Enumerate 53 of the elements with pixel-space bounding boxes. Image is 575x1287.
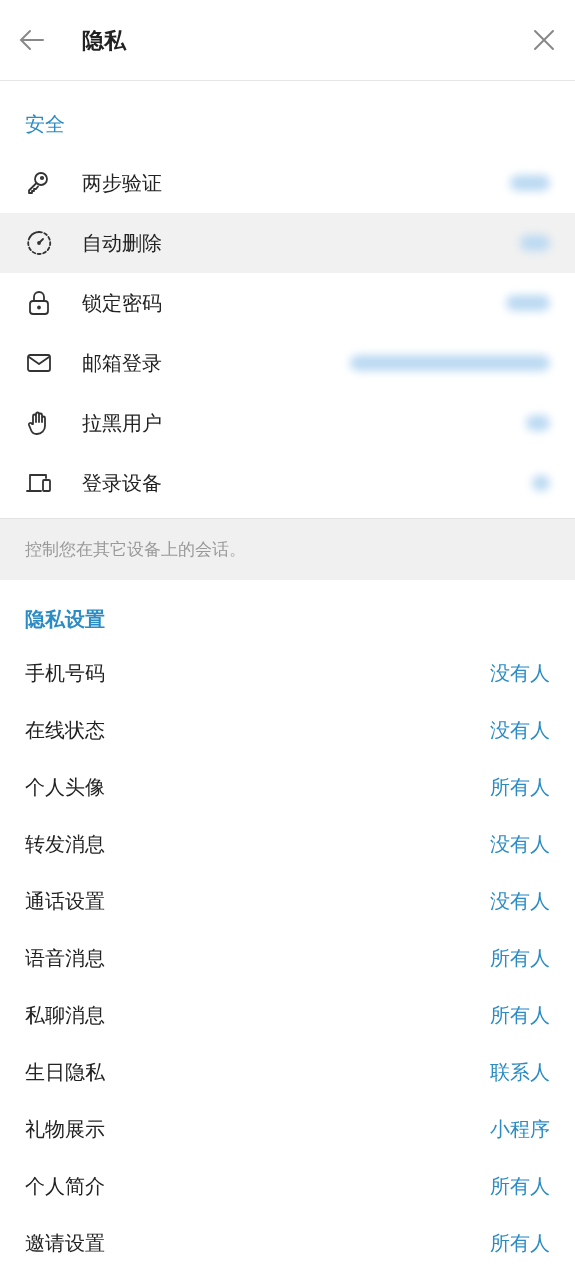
row-value: 所有人 xyxy=(490,1002,550,1028)
row-label: 转发消息 xyxy=(25,831,105,857)
privacy-row[interactable]: 通话设置 没有人 xyxy=(0,872,575,929)
privacy-row[interactable]: 生日隐私 联系人 xyxy=(0,1043,575,1100)
footer-note: 控制您在其它设备上的会话。 xyxy=(25,538,246,561)
section-title: 隐私设置 xyxy=(25,607,105,632)
privacy-row[interactable]: 私聊消息 所有人 xyxy=(0,986,575,1043)
timer-icon xyxy=(25,229,53,257)
row-label: 礼物展示 xyxy=(25,1116,105,1142)
section-title: 安全 xyxy=(25,112,65,137)
back-arrow-icon xyxy=(19,29,45,51)
row-label: 语音消息 xyxy=(25,945,105,971)
row-label: 锁定密码 xyxy=(82,291,162,316)
row-label: 私聊消息 xyxy=(25,1002,105,1028)
blurred-value xyxy=(506,295,550,311)
blurred-value xyxy=(526,415,550,431)
row-label: 拉黑用户 xyxy=(82,411,162,436)
row-label: 在线状态 xyxy=(25,717,105,743)
row-value: 小程序 xyxy=(490,1116,550,1142)
privacy-row[interactable]: 在线状态 没有人 xyxy=(0,701,575,758)
row-value: 所有人 xyxy=(490,774,550,800)
row-value: 没有人 xyxy=(490,831,550,857)
row-label: 手机号码 xyxy=(25,660,105,686)
blurred-value xyxy=(520,235,550,251)
privacy-row[interactable]: 转发消息 没有人 xyxy=(0,815,575,872)
row-label: 登录设备 xyxy=(82,471,162,496)
row-value: 联系人 xyxy=(490,1059,550,1085)
row-label: 邀请设置 xyxy=(25,1230,105,1256)
privacy-row[interactable]: 手机号码 没有人 xyxy=(0,644,575,701)
row-value: 所有人 xyxy=(490,1173,550,1199)
row-value: 没有人 xyxy=(490,660,550,686)
row-label: 通话设置 xyxy=(25,888,105,914)
row-label: 自动删除 xyxy=(82,231,162,256)
privacy-row[interactable]: 邀请设置 所有人 xyxy=(0,1214,575,1271)
row-label: 两步验证 xyxy=(82,171,162,196)
settings-row[interactable]: 自动删除 xyxy=(0,213,575,273)
row-label: 个人简介 xyxy=(25,1173,105,1199)
blurred-value xyxy=(510,175,550,191)
row-label: 生日隐私 xyxy=(25,1059,105,1085)
close-icon xyxy=(533,29,555,51)
privacy-row[interactable]: 礼物展示 小程序 xyxy=(0,1100,575,1157)
blurred-value xyxy=(532,475,550,491)
page-title: 隐私 xyxy=(82,26,126,55)
row-value: 没有人 xyxy=(490,717,550,743)
privacy-row[interactable]: 个人头像 所有人 xyxy=(0,758,575,815)
close-button[interactable] xyxy=(531,27,557,53)
row-value: 所有人 xyxy=(490,1230,550,1256)
row-label: 邮箱登录 xyxy=(82,351,162,376)
row-label: 个人头像 xyxy=(25,774,105,800)
row-value: 没有人 xyxy=(490,888,550,914)
row-value: 所有人 xyxy=(490,945,550,971)
privacy-row[interactable]: 语音消息 所有人 xyxy=(0,929,575,986)
privacy-row[interactable]: 个人简介 所有人 xyxy=(0,1157,575,1214)
